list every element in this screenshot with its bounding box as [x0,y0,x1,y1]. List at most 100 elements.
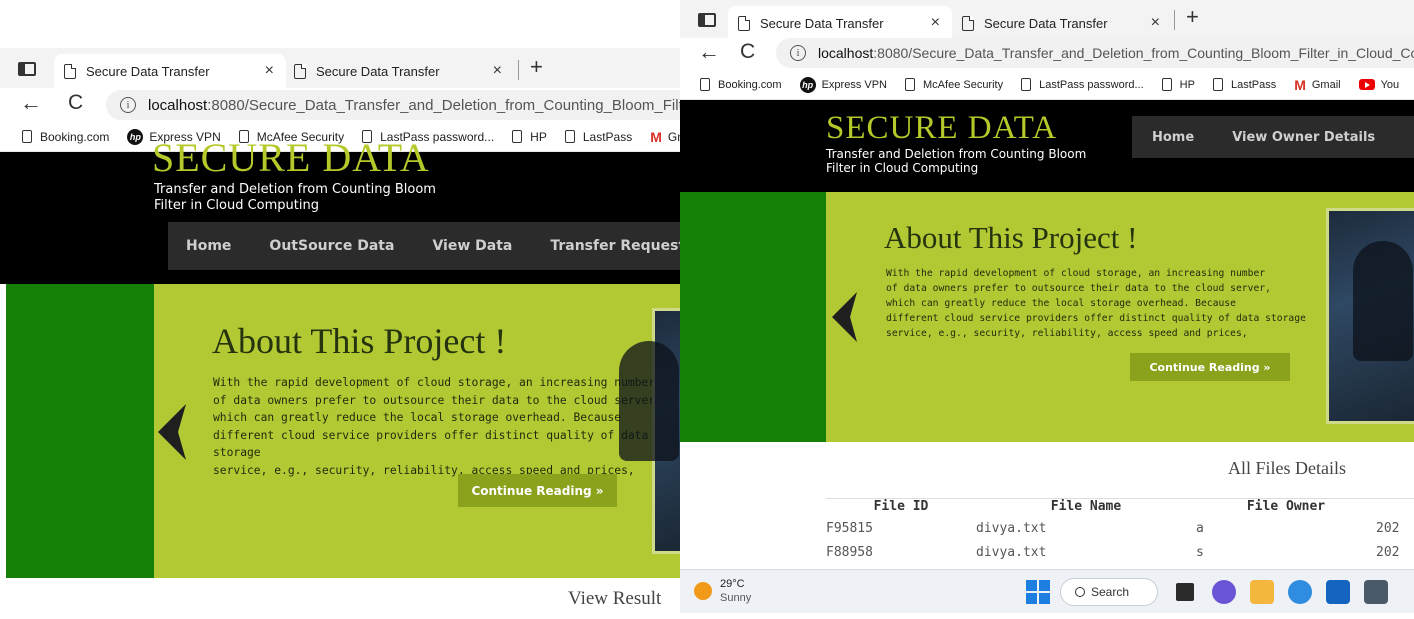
bookmark-label: McAfee Security [923,78,1004,91]
new-tab-icon[interactable]: + [530,54,543,80]
bookmark-lastpass-password[interactable]: LastPass password... [1021,78,1144,91]
start-icon[interactable] [1026,580,1050,604]
continue-reading-button[interactable]: Continue Reading » [458,474,617,507]
about-title: About This Project ! [884,220,1138,255]
close-tab-icon[interactable]: × [265,62,274,80]
bookmark-gmail[interactable]: M Gmail [1294,77,1340,93]
about-line: of data owners prefer to outsource their… [886,283,1271,294]
table-row: F88958 divya.txt s 202 [826,540,1414,564]
taskbar-search-label: Search [1091,585,1130,599]
site-subtitle-line-2: Filter in Cloud Computing [826,161,979,175]
info-icon[interactable]: i [790,45,806,61]
bookmark-label: Gmail [1311,78,1341,91]
tab-divider [518,60,519,80]
column-date [1376,498,1414,516]
weather-condition[interactable]: Sunny [720,592,751,604]
tab-strip: Secure Data Transfer × Secure Data Trans… [0,48,680,88]
cell-date: 202 [1376,520,1400,536]
menu-outsource-data[interactable]: OutSource Data [269,238,394,254]
table-row: F95815 divya.txt a 202 [826,516,1414,540]
site-subtitle-line-2: Filter in Cloud Computing [154,198,319,213]
tab-secure-data-transfer-2[interactable]: Secure Data Transfer × [294,54,514,88]
about-line: different cloud service providers offer … [886,313,1306,324]
column-file-id: File ID [826,498,976,516]
about-line: service, e.g., security, reliability, ac… [886,328,1248,339]
about-line: With the rapid development of cloud stor… [213,376,656,389]
bookmark-lastpass[interactable]: LastPass [1212,78,1276,91]
page-icon [512,130,523,143]
menu-transfer-request[interactable]: Transfer Request [550,238,680,254]
gmail-icon: M [650,128,662,145]
menu-view-owner-details[interactable]: View Owner Details [1232,130,1375,145]
windows-taskbar: 29°C Sunny Search [680,569,1414,613]
tab-title: Secure Data Transfer [760,15,884,31]
gmail-icon: M [1294,76,1306,93]
app-icon[interactable] [1364,580,1388,604]
address-bar-row: ← C i localhost :8080/Secure_Data_Transf… [0,88,680,122]
url-field[interactable]: i localhost :8080/Secure_Data_Transfer_a… [106,90,680,120]
hp-icon: hp [799,76,816,93]
back-icon[interactable]: ← [20,92,42,114]
close-tab-icon[interactable]: × [1151,14,1160,32]
tab-secure-data-transfer-1[interactable]: Secure Data Transfer × [54,54,286,88]
bookmark-label: Express VPN [821,78,888,91]
menu-view-data[interactable]: View Data [432,238,512,254]
bookmark-lastpass[interactable]: LastPass [564,129,633,144]
bookmark-hp[interactable]: HP [1161,78,1195,91]
menu-home[interactable]: Home [1152,130,1194,145]
site-subtitle-line-1: Transfer and Deletion from Counting Bloo… [826,147,1087,161]
tab-actions-icon[interactable] [18,62,36,76]
all-files-title: All Files Details [1228,458,1346,478]
tab-secure-data-transfer-2[interactable]: Secure Data Transfer × [962,6,1172,40]
close-tab-icon[interactable]: × [493,62,502,80]
chat-icon[interactable] [1212,580,1236,604]
taskbar-search[interactable]: Search [1060,578,1158,606]
sun-icon[interactable] [694,582,712,600]
page-icon [64,63,76,79]
hero-photo [1326,208,1414,424]
task-view-icon[interactable] [1176,583,1194,601]
bookmark-hp[interactable]: HP [512,130,547,144]
tab-divider [1174,10,1175,30]
reload-icon[interactable]: C [68,92,83,113]
hero-banner: About This Project ! With the rapid deve… [6,284,680,578]
cell-date: 202 [1376,544,1400,560]
tab-secure-data-transfer-1[interactable]: Secure Data Transfer × [728,6,952,40]
url-field[interactable]: i localhost :8080/Secure_Data_Transfer_a… [776,38,1414,68]
reload-icon[interactable]: C [740,41,755,62]
cell-file-owner: a [1196,520,1204,536]
tab-strip: Secure Data Transfer × Secure Data Trans… [680,0,1414,40]
url-host: localhost [148,96,208,114]
new-tab-icon[interactable]: + [1186,4,1199,30]
youtube-icon [1358,79,1375,90]
bookmark-express-vpn[interactable]: hp Express VPN [799,76,888,93]
edge-icon[interactable] [1288,580,1312,604]
main-menu: Home OutSource Data View Data Transfer R… [168,222,680,270]
page-icon [1212,78,1223,91]
cell-file-name: divya.txt [976,520,1047,536]
cell-file-name: divya.txt [976,544,1047,560]
bookmark-label: LastPass [582,129,633,144]
address-bar-row: ← C i localhost :8080/Secure_Data_Transf… [680,38,1414,72]
bookmark-youtube[interactable]: You [1358,79,1399,91]
about-title: About This Project ! [212,321,507,361]
back-icon[interactable]: ← [698,41,720,63]
menu-home[interactable]: Home [186,238,231,254]
bookmarks-bar: Booking.com hp Express VPN McAfee Securit… [680,70,1414,100]
tab-actions-icon[interactable] [698,13,716,27]
cell-file-id: F95815 [826,520,873,536]
bookmark-gmail[interactable]: M Gma [650,129,680,145]
bookmark-mcafee[interactable]: McAfee Security [905,78,1003,91]
continue-reading-button[interactable]: Continue Reading » [1130,353,1290,381]
site-title: SECURE DATA [152,135,430,180]
bookmark-label: Gma [667,129,680,144]
hero-photo [619,308,680,554]
info-icon[interactable]: i [120,97,136,113]
store-icon[interactable] [1326,580,1350,604]
weather-temperature[interactable]: 29°C [720,578,745,590]
hero-banner: About This Project ! With the rapid deve… [680,192,1414,442]
file-explorer-icon[interactable] [1250,580,1274,604]
bookmark-booking[interactable]: Booking.com [700,78,782,91]
bookmark-booking[interactable]: Booking.com [22,130,109,144]
close-tab-icon[interactable]: × [931,14,940,32]
